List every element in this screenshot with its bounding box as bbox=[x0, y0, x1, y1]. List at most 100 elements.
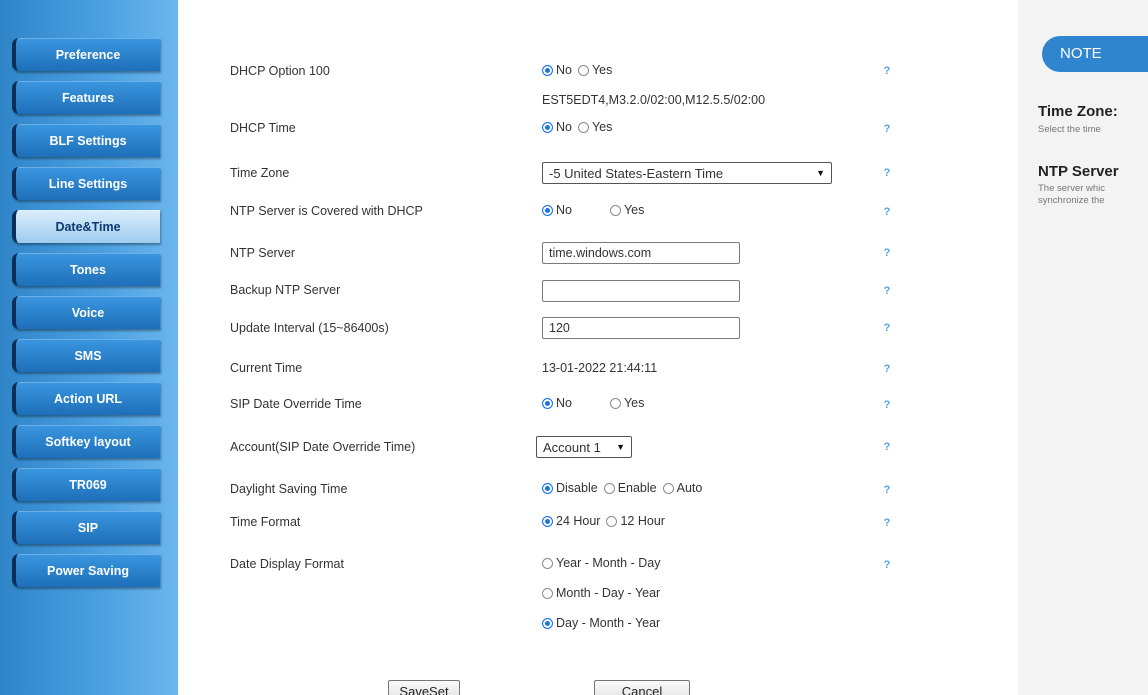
update-interval-label: Update Interval (15~86400s) bbox=[230, 321, 389, 335]
update-interval-input[interactable]: 120 bbox=[542, 317, 740, 339]
help-icon[interactable]: ? bbox=[880, 483, 894, 497]
date-format-ymd[interactable]: Year - Month - Day bbox=[542, 556, 660, 570]
date-time-form: DHCP Option 100 No Yes ? EST5EDT4,M3.2.0… bbox=[178, 0, 1018, 695]
sidebar-item-tones[interactable]: Tones bbox=[12, 253, 160, 286]
ntp-covered-yes[interactable]: Yes bbox=[609, 203, 644, 217]
chevron-down-icon: ▼ bbox=[816, 168, 825, 178]
dhcp-time-label: DHCP Time bbox=[230, 121, 296, 135]
account-label: Account(SIP Date Override Time) bbox=[230, 440, 416, 454]
sip-date-override-label: SIP Date Override Time bbox=[230, 397, 362, 411]
radio-selected-icon[interactable] bbox=[542, 121, 553, 133]
radio-selected-icon[interactable] bbox=[542, 397, 553, 409]
daylight-saving-label: Daylight Saving Time bbox=[230, 482, 348, 496]
help-icon[interactable]: ? bbox=[880, 284, 894, 298]
radio-icon[interactable] bbox=[542, 587, 553, 599]
daylight-saving-auto[interactable]: Auto bbox=[662, 481, 702, 495]
radio-icon[interactable] bbox=[603, 482, 615, 494]
time-zone-control: -5 United States-Eastern Time ▼ bbox=[542, 162, 832, 184]
sidebar-item-softkey-layout[interactable]: Softkey layout bbox=[12, 425, 160, 458]
help-icon[interactable]: ? bbox=[880, 440, 894, 454]
radio-selected-icon[interactable] bbox=[542, 482, 553, 494]
sidebar-item-line-settings[interactable]: Line Settings bbox=[12, 167, 160, 200]
dhcp-option-100-radios: No Yes bbox=[542, 63, 618, 77]
help-icon[interactable]: ? bbox=[880, 362, 894, 376]
daylight-saving-disable[interactable]: Disable bbox=[542, 481, 598, 495]
help-icon[interactable]: ? bbox=[880, 166, 894, 180]
note-ntp-server-text-2: synchronize the bbox=[1038, 195, 1105, 206]
radio-selected-icon[interactable] bbox=[542, 64, 553, 76]
help-icon[interactable]: ? bbox=[880, 398, 894, 412]
dhcp-time-radios: No Yes bbox=[542, 120, 618, 134]
radio-selected-icon[interactable] bbox=[542, 617, 553, 629]
radio-icon[interactable] bbox=[609, 397, 621, 409]
dhcp-time-no[interactable]: No bbox=[542, 120, 572, 134]
help-icon[interactable]: ? bbox=[880, 246, 894, 260]
daylight-saving-enable[interactable]: Enable bbox=[603, 481, 657, 495]
sidebar-item-features[interactable]: Features bbox=[12, 81, 160, 114]
sidebar-item-voice[interactable]: Voice bbox=[12, 296, 160, 329]
backup-ntp-server-input[interactable] bbox=[542, 280, 740, 302]
help-icon[interactable]: ? bbox=[880, 516, 894, 530]
dhcp-time-yes[interactable]: Yes bbox=[577, 120, 612, 134]
help-icon[interactable]: ? bbox=[880, 558, 894, 572]
sidebar-item-date-time[interactable]: Date&Time bbox=[12, 210, 160, 243]
note-time-zone-text: Select the time bbox=[1038, 124, 1101, 135]
date-display-format-label: Date Display Format bbox=[230, 557, 344, 571]
note-panel: NOTE Time Zone: Select the time NTP Serv… bbox=[1018, 0, 1148, 695]
update-interval-control: 120 bbox=[542, 317, 740, 339]
radio-selected-icon[interactable] bbox=[542, 515, 553, 527]
backup-ntp-server-label: Backup NTP Server bbox=[230, 283, 341, 297]
ntp-covered-dhcp-radios: No Yes bbox=[542, 203, 650, 217]
radio-icon[interactable] bbox=[577, 64, 589, 76]
ntp-covered-dhcp-label: NTP Server is Covered with DHCP bbox=[230, 204, 423, 218]
ntp-covered-no[interactable]: No bbox=[542, 203, 572, 217]
sidebar-item-preference[interactable]: Preference bbox=[12, 38, 160, 71]
date-format-mdy[interactable]: Month - Day - Year bbox=[542, 586, 660, 600]
help-icon[interactable]: ? bbox=[880, 321, 894, 335]
time-format-12-hour[interactable]: 12 Hour bbox=[606, 514, 665, 528]
sidebar-item-tr069[interactable]: TR069 bbox=[12, 468, 160, 501]
help-icon[interactable]: ? bbox=[880, 205, 894, 219]
radio-selected-icon[interactable] bbox=[542, 204, 553, 216]
radio-icon[interactable] bbox=[609, 204, 621, 216]
ntp-server-label: NTP Server bbox=[230, 246, 296, 260]
ntp-server-input[interactable]: time.windows.com bbox=[542, 242, 740, 264]
current-time-value: 13-01-2022 21:44:11 bbox=[542, 361, 658, 375]
time-format-24-hour[interactable]: 24 Hour bbox=[542, 514, 600, 528]
account-select[interactable]: Account 1 ▼ bbox=[536, 436, 632, 458]
current-time-label: Current Time bbox=[230, 361, 303, 375]
date-format-dmy[interactable]: Day - Month - Year bbox=[542, 616, 660, 630]
backup-ntp-server-control bbox=[542, 280, 740, 302]
sidebar-item-blf-settings[interactable]: BLF Settings bbox=[12, 124, 160, 157]
note-ntp-server-title: NTP Server bbox=[1038, 163, 1119, 180]
radio-icon[interactable] bbox=[577, 121, 589, 133]
radio-icon[interactable] bbox=[606, 515, 618, 527]
time-format-radios: 24 Hour 12 Hour bbox=[542, 514, 671, 528]
account-control: Account 1 ▼ bbox=[536, 436, 632, 458]
time-format-label: Time Format bbox=[230, 515, 301, 529]
sip-date-override-radios: No Yes bbox=[542, 396, 650, 410]
radio-icon[interactable] bbox=[542, 557, 553, 569]
dhcp-option-100-yes[interactable]: Yes bbox=[577, 63, 612, 77]
dhcp-option-100-label: DHCP Option 100 bbox=[230, 64, 330, 78]
note-time-zone-title: Time Zone: bbox=[1038, 103, 1118, 120]
sidebar-item-sms[interactable]: SMS bbox=[12, 339, 160, 372]
help-icon[interactable]: ? bbox=[880, 122, 894, 136]
help-icon[interactable]: ? bbox=[880, 64, 894, 78]
dhcp-time-value: EST5EDT4,M3.2.0/02:00,M12.5.5/02:00 bbox=[542, 93, 766, 107]
sidebar-item-sip[interactable]: SIP bbox=[12, 511, 160, 544]
radio-icon[interactable] bbox=[662, 482, 674, 494]
time-zone-select[interactable]: -5 United States-Eastern Time ▼ bbox=[542, 162, 832, 184]
dhcp-option-100-no[interactable]: No bbox=[542, 63, 572, 77]
sip-date-override-no[interactable]: No bbox=[542, 396, 572, 410]
sidebar-item-action-url[interactable]: Action URL bbox=[12, 382, 160, 415]
daylight-saving-radios: Disable Enable Auto bbox=[542, 481, 708, 495]
ntp-server-control: time.windows.com bbox=[542, 242, 740, 264]
note-badge: NOTE bbox=[1042, 36, 1148, 72]
time-zone-label: Time Zone bbox=[230, 166, 290, 180]
cancel-button[interactable]: Cancel bbox=[594, 680, 690, 695]
save-button[interactable]: SaveSet bbox=[388, 680, 460, 695]
sip-date-override-yes[interactable]: Yes bbox=[609, 396, 644, 410]
sidebar-item-power-saving[interactable]: Power Saving bbox=[12, 554, 160, 587]
sidebar-nav: Preference Features BLF Settings Line Se… bbox=[0, 0, 178, 695]
